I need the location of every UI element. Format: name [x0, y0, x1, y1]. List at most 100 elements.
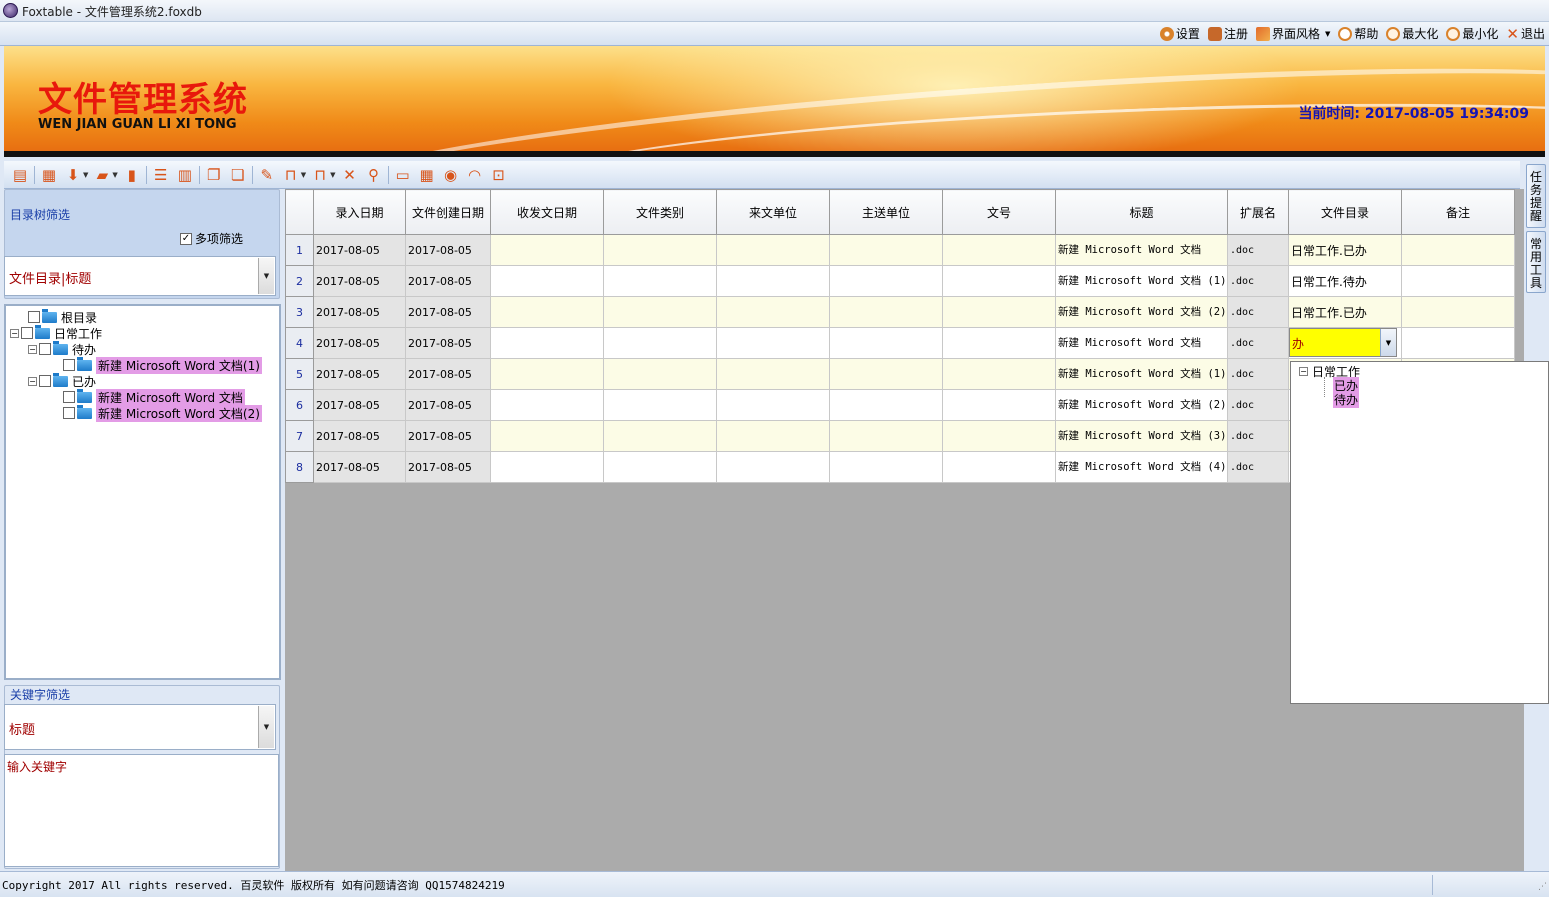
checkbox[interactable]: ✓: [180, 232, 192, 245]
cell[interactable]: [829, 265, 943, 297]
cell-created-date[interactable]: 2017-08-05: [405, 451, 491, 483]
cell-entry-date[interactable]: 2017-08-05: [313, 327, 406, 359]
cell-created-date[interactable]: 2017-08-05: [405, 389, 491, 421]
cell-created-date[interactable]: 2017-08-05: [405, 296, 491, 328]
cell[interactable]: [942, 389, 1056, 421]
cell[interactable]: [942, 358, 1056, 390]
menu-skin[interactable]: 界面风格 ▼: [1255, 25, 1330, 42]
cell-extension[interactable]: .doc: [1227, 234, 1289, 266]
row-number[interactable]: 5: [285, 358, 314, 390]
chevron-down-icon[interactable]: ▼: [83, 171, 88, 179]
cell-extension[interactable]: .doc: [1227, 296, 1289, 328]
cell-extension[interactable]: .doc: [1227, 265, 1289, 297]
record-icon[interactable]: ◉: [441, 165, 461, 185]
cell[interactable]: [603, 234, 717, 266]
table-icon[interactable]: ▥: [175, 165, 195, 185]
row-number[interactable]: 4: [285, 327, 314, 359]
cell[interactable]: [490, 358, 604, 390]
column-header[interactable]: 标题: [1055, 189, 1228, 235]
keyword-input[interactable]: 输入关键字: [4, 754, 279, 867]
cell-title[interactable]: 新建 Microsoft Word 文档 (3): [1055, 420, 1228, 452]
row-number[interactable]: 1: [285, 234, 314, 266]
chevron-down-icon[interactable]: ▼: [258, 258, 274, 294]
print-icon[interactable]: ▦: [39, 165, 59, 185]
tree-field-select[interactable]: 文件目录|标题 ▼: [4, 256, 276, 296]
monitor-icon[interactable]: ▭: [393, 165, 413, 185]
collapse-icon[interactable]: −: [10, 328, 19, 338]
cell[interactable]: [490, 389, 604, 421]
cell-remark[interactable]: [1401, 296, 1515, 328]
cell[interactable]: [490, 296, 604, 328]
tab-common-tools[interactable]: 常用工具: [1526, 231, 1546, 293]
cell[interactable]: [942, 451, 1056, 483]
cell[interactable]: [829, 420, 943, 452]
checkbox[interactable]: [21, 327, 33, 339]
menu-exit[interactable]: ✕ 退出: [1506, 25, 1545, 42]
directory-editor[interactable]: 办 ▼: [1289, 328, 1397, 357]
cell-directory[interactable]: 日常工作.已办: [1288, 234, 1402, 266]
cell[interactable]: [829, 234, 943, 266]
cell[interactable]: [942, 296, 1056, 328]
checkbox[interactable]: [39, 343, 51, 355]
cell[interactable]: [829, 296, 943, 328]
tree-node-file[interactable]: 新建 Microsoft Word 文档(1): [63, 356, 262, 374]
column-header[interactable]: 收发文日期: [490, 189, 604, 235]
cell-created-date[interactable]: 2017-08-05: [405, 265, 491, 297]
cell[interactable]: [716, 389, 830, 421]
cell[interactable]: [603, 358, 717, 390]
menu-maximize[interactable]: 最大化: [1386, 25, 1438, 42]
paste-icon[interactable]: ❏: [228, 165, 248, 185]
cell[interactable]: [942, 265, 1056, 297]
cell-extension[interactable]: .doc: [1227, 358, 1289, 390]
cell-title[interactable]: 新建 Microsoft Word 文档 (2): [1055, 389, 1228, 421]
cell[interactable]: [490, 420, 604, 452]
cell-created-date[interactable]: 2017-08-05: [405, 420, 491, 452]
cell[interactable]: [603, 420, 717, 452]
cell-title[interactable]: 新建 Microsoft Word 文档 (1): [1055, 265, 1228, 297]
checkbox[interactable]: [63, 407, 75, 419]
cell[interactable]: [490, 234, 604, 266]
collapse-icon[interactable]: −: [28, 376, 37, 386]
chevron-down-icon[interactable]: ▼: [258, 706, 274, 748]
menu-settings[interactable]: 设置: [1159, 25, 1200, 42]
open-folder-icon[interactable]: ▰: [92, 165, 112, 185]
cell-remark[interactable]: [1401, 234, 1515, 266]
cell[interactable]: [829, 327, 943, 359]
resize-grip-icon[interactable]: ⋰: [1538, 882, 1547, 892]
table-row[interactable]: 3 2017-08-05 2017-08-05 新建 Microsoft Wor…: [285, 296, 1515, 328]
cell-entry-date[interactable]: 2017-08-05: [313, 358, 406, 390]
cell-remark[interactable]: [1401, 327, 1515, 359]
cell[interactable]: [490, 265, 604, 297]
cell[interactable]: [942, 420, 1056, 452]
cell-title[interactable]: 新建 Microsoft Word 文档: [1055, 327, 1228, 359]
cell[interactable]: [829, 451, 943, 483]
search-icon[interactable]: ⚲: [364, 165, 384, 185]
cell-extension[interactable]: .doc: [1227, 451, 1289, 483]
checkbox[interactable]: [63, 391, 75, 403]
chevron-down-icon[interactable]: ▼: [112, 171, 117, 179]
cell-extension[interactable]: .doc: [1227, 389, 1289, 421]
chevron-down-icon[interactable]: ▼: [301, 171, 306, 179]
table-row[interactable]: 2 2017-08-05 2017-08-05 新建 Microsoft Wor…: [285, 265, 1515, 297]
chevron-down-icon[interactable]: ▼: [330, 171, 335, 179]
cell[interactable]: [942, 327, 1056, 359]
chevron-down-icon[interactable]: ▼: [1380, 329, 1396, 356]
zoom-icon[interactable]: ⊡: [489, 165, 509, 185]
tree-node-pending[interactable]: − 待办: [28, 340, 96, 357]
tab-task-reminder[interactable]: 任务提醒: [1526, 164, 1546, 228]
row-number[interactable]: 6: [285, 389, 314, 421]
unlock-icon[interactable]: ⊓: [281, 165, 301, 185]
column-header[interactable]: 文件创建日期: [405, 189, 491, 235]
multi-filter-checkbox[interactable]: ✓ 多项筛选: [180, 230, 243, 247]
tree-node-daily[interactable]: − 日常工作: [10, 324, 102, 341]
cell[interactable]: [490, 327, 604, 359]
collapse-icon[interactable]: −: [28, 344, 37, 354]
collapse-icon[interactable]: −: [1299, 366, 1308, 376]
cell-title[interactable]: 新建 Microsoft Word 文档 (1): [1055, 358, 1228, 390]
row-number[interactable]: 3: [285, 296, 314, 328]
cell[interactable]: [716, 296, 830, 328]
cell[interactable]: [603, 265, 717, 297]
save-icon[interactable]: ▤: [10, 165, 30, 185]
tree-node-file[interactable]: 新建 Microsoft Word 文档: [63, 388, 245, 406]
header-corner[interactable]: [285, 189, 314, 235]
